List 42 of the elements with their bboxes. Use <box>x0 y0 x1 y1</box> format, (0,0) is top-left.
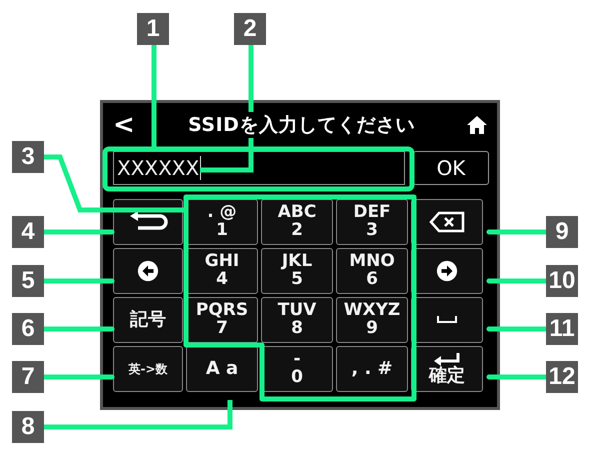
callout-number: 3 <box>12 141 44 173</box>
undo-arrow-icon <box>128 211 168 233</box>
keypad-key[interactable]: GHI 4 <box>186 248 258 294</box>
callout-number: 5 <box>12 265 44 297</box>
callout-number: 7 <box>12 361 44 393</box>
keypad-key[interactable]: JKL 5 <box>261 248 333 294</box>
callout-number: 12 <box>546 361 578 393</box>
home-icon[interactable] <box>466 115 488 135</box>
back-button[interactable]: < <box>113 110 137 140</box>
keypad-key[interactable]: PQRS 7 <box>186 297 258 343</box>
keypad-key[interactable]: 記号 <box>113 297 183 343</box>
mode-key[interactable]: 英->数 <box>113 346 183 392</box>
space-icon <box>437 316 457 324</box>
space-key[interactable] <box>411 297 483 343</box>
keypad-key[interactable]: DEF 3 <box>336 199 408 245</box>
callout-number: 10 <box>546 265 578 297</box>
callout-number: 6 <box>12 313 44 345</box>
leader-line <box>486 326 548 332</box>
ok-button[interactable]: OK <box>413 151 489 185</box>
leader-line <box>486 374 548 380</box>
ssid-input-field[interactable]: XXXXXX <box>113 151 405 185</box>
backspace-icon <box>429 211 465 233</box>
keypad-key[interactable]: . @ 1 <box>186 199 258 245</box>
leader-line <box>486 230 548 234</box>
callout-number: 8 <box>12 411 44 443</box>
callout-number: 2 <box>234 13 266 45</box>
keypad-key[interactable]: MNO 6 <box>336 248 408 294</box>
callout-number: 11 <box>546 313 578 345</box>
keypad-key[interactable]: TUV 8 <box>261 297 333 343</box>
backspace-key[interactable] <box>411 199 483 245</box>
enter-key[interactable]: 確定 <box>411 346 483 392</box>
callout-number: 1 <box>137 13 169 45</box>
keypad-key[interactable]: WXYZ 9 <box>336 297 408 343</box>
callout-number: 4 <box>12 216 44 248</box>
right-key[interactable] <box>411 248 483 294</box>
enter-icon <box>433 352 461 367</box>
callout-number: 9 <box>546 216 578 248</box>
left-key[interactable] <box>113 248 183 294</box>
keypad-key[interactable]: ABC 2 <box>261 199 333 245</box>
leader-line <box>486 278 548 284</box>
keypad-key[interactable]: A a <box>186 346 258 392</box>
keypad-key[interactable]: , . # <box>336 346 408 392</box>
